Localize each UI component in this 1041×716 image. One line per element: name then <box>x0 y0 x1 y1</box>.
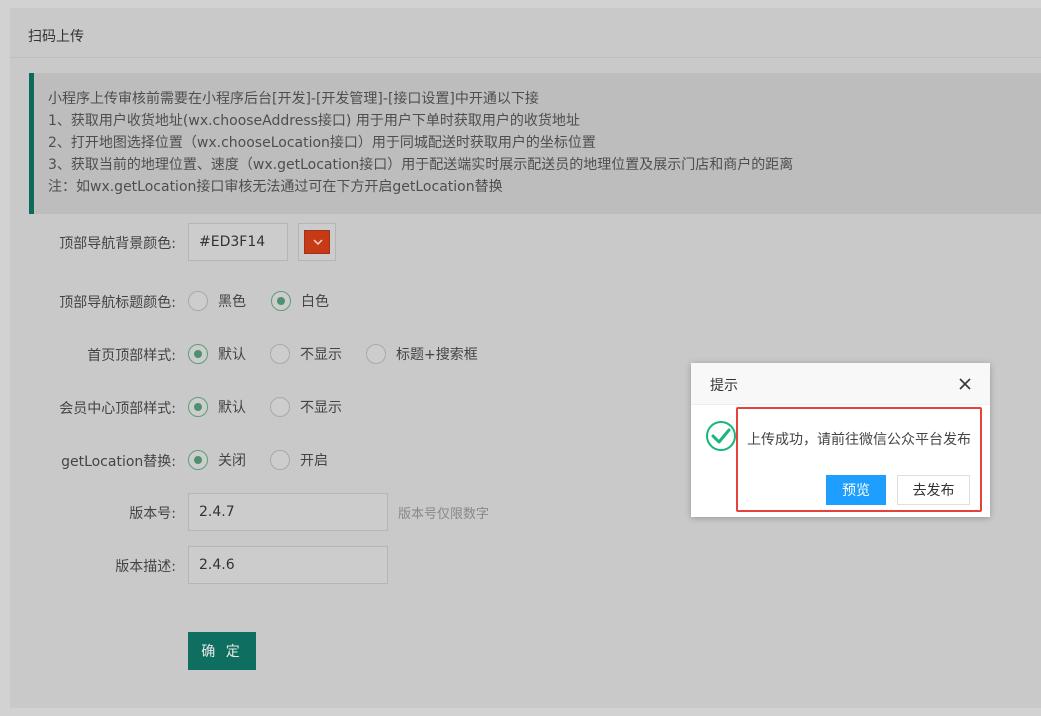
form-row-nav-bg-color: 顶部导航背景颜色: #ED3F14 <box>10 223 1041 261</box>
color-picker-button[interactable] <box>298 223 336 261</box>
notice-line: 小程序上传审核前需要在小程序后台[开发]-[开发管理]-[接口设置]中开通以下接 <box>48 91 539 107</box>
notice-line: 注：如wx.getLocation接口审核无法通过可在下方开启getLocati… <box>48 179 503 195</box>
nav-title-color-label: 顶部导航标题颜色: <box>59 295 176 311</box>
radio-white[interactable]: 白色 <box>271 291 329 311</box>
member-top-style-radio-group: 默认 不显示 <box>188 397 366 417</box>
radio-label: 默认 <box>218 400 246 416</box>
radio-circle <box>366 344 386 364</box>
radio-label: 白色 <box>301 294 329 310</box>
radio-label: 开启 <box>300 453 328 469</box>
nav-bg-color-input[interactable]: #ED3F14 <box>188 223 288 261</box>
radio-circle <box>270 450 290 470</box>
getlocation-radio-group: 关闭 开启 <box>188 450 352 470</box>
form-row-version-desc: 版本描述: 2.4.6 <box>10 546 1041 584</box>
dialog-message: 上传成功，请前往微信公众平台发布 <box>747 432 971 448</box>
version-desc-input[interactable]: 2.4.6 <box>188 546 388 584</box>
radio-default[interactable]: 默认 <box>188 344 246 364</box>
panel-header: 扫码上传 <box>10 8 1041 58</box>
nav-title-color-radio-group: 黑色 白色 <box>188 291 353 311</box>
radio-label: 黑色 <box>218 294 246 310</box>
radio-label: 关闭 <box>218 453 246 469</box>
main-panel: 扫码上传 小程序上传审核前需要在小程序后台[开发]-[开发管理]-[接口设置]中… <box>10 8 1041 708</box>
radio-on[interactable]: 开启 <box>270 450 328 470</box>
form-row-nav-title-color: 顶部导航标题颜色: 黑色 白色 <box>10 282 1041 320</box>
radio-default[interactable]: 默认 <box>188 397 246 417</box>
confirm-button[interactable]: 确 定 <box>188 632 256 670</box>
notice-line: 2、打开地图选择位置（wx.chooseLocation接口）用于同城配送时获取… <box>48 135 596 151</box>
notice-box: 小程序上传审核前需要在小程序后台[开发]-[开发管理]-[接口设置]中开通以下接… <box>29 73 1041 214</box>
member-top-style-label: 会员中心顶部样式: <box>59 401 176 417</box>
radio-off[interactable]: 关闭 <box>188 450 246 470</box>
version-hint: 版本号仅限数字 <box>398 507 490 522</box>
radio-hide[interactable]: 不显示 <box>270 397 342 417</box>
version-input[interactable]: 2.4.7 <box>188 493 388 531</box>
radio-circle <box>188 291 208 311</box>
radio-circle-checked <box>188 397 208 417</box>
success-dialog: 提示 上传成功，请前往微信公众平台发布 预览 去发布 <box>691 363 990 517</box>
radio-hide[interactable]: 不显示 <box>270 344 342 364</box>
radio-black[interactable]: 黑色 <box>188 291 246 311</box>
publish-button[interactable]: 去发布 <box>897 475 970 505</box>
radio-circle-checked <box>188 344 208 364</box>
check-circle-icon <box>706 421 736 451</box>
panel-title: 扫码上传 <box>28 29 84 45</box>
home-top-style-radio-group: 默认 不显示 标题+搜索框 <box>188 344 502 364</box>
preview-button[interactable]: 预览 <box>826 475 886 505</box>
dialog-title: 提示 <box>710 378 738 394</box>
radio-circle-checked <box>188 450 208 470</box>
getlocation-label: getLocation替换: <box>61 454 176 470</box>
radio-label: 标题+搜索框 <box>396 347 478 363</box>
radio-title-search[interactable]: 标题+搜索框 <box>366 344 478 364</box>
close-icon[interactable] <box>957 376 973 392</box>
dialog-header: 提示 <box>691 363 990 405</box>
home-top-style-label: 首页顶部样式: <box>87 348 176 364</box>
nav-bg-color-label: 顶部导航背景颜色: <box>59 236 176 252</box>
version-label: 版本号: <box>129 506 176 522</box>
notice-line: 1、获取用户收货地址(wx.chooseAddress接口) 用于用户下单时获取… <box>48 113 580 129</box>
version-desc-label: 版本描述: <box>115 559 176 575</box>
radio-label: 默认 <box>218 347 246 363</box>
notice-line: 3、获取当前的地理位置、速度（wx.getLocation接口）用于配送端实时展… <box>48 157 794 173</box>
radio-label: 不显示 <box>300 400 342 416</box>
radio-label: 不显示 <box>300 347 342 363</box>
color-swatch <box>304 230 330 254</box>
radio-circle <box>270 397 290 417</box>
radio-circle-checked <box>271 291 291 311</box>
radio-circle <box>270 344 290 364</box>
chevron-down-icon <box>313 239 323 246</box>
